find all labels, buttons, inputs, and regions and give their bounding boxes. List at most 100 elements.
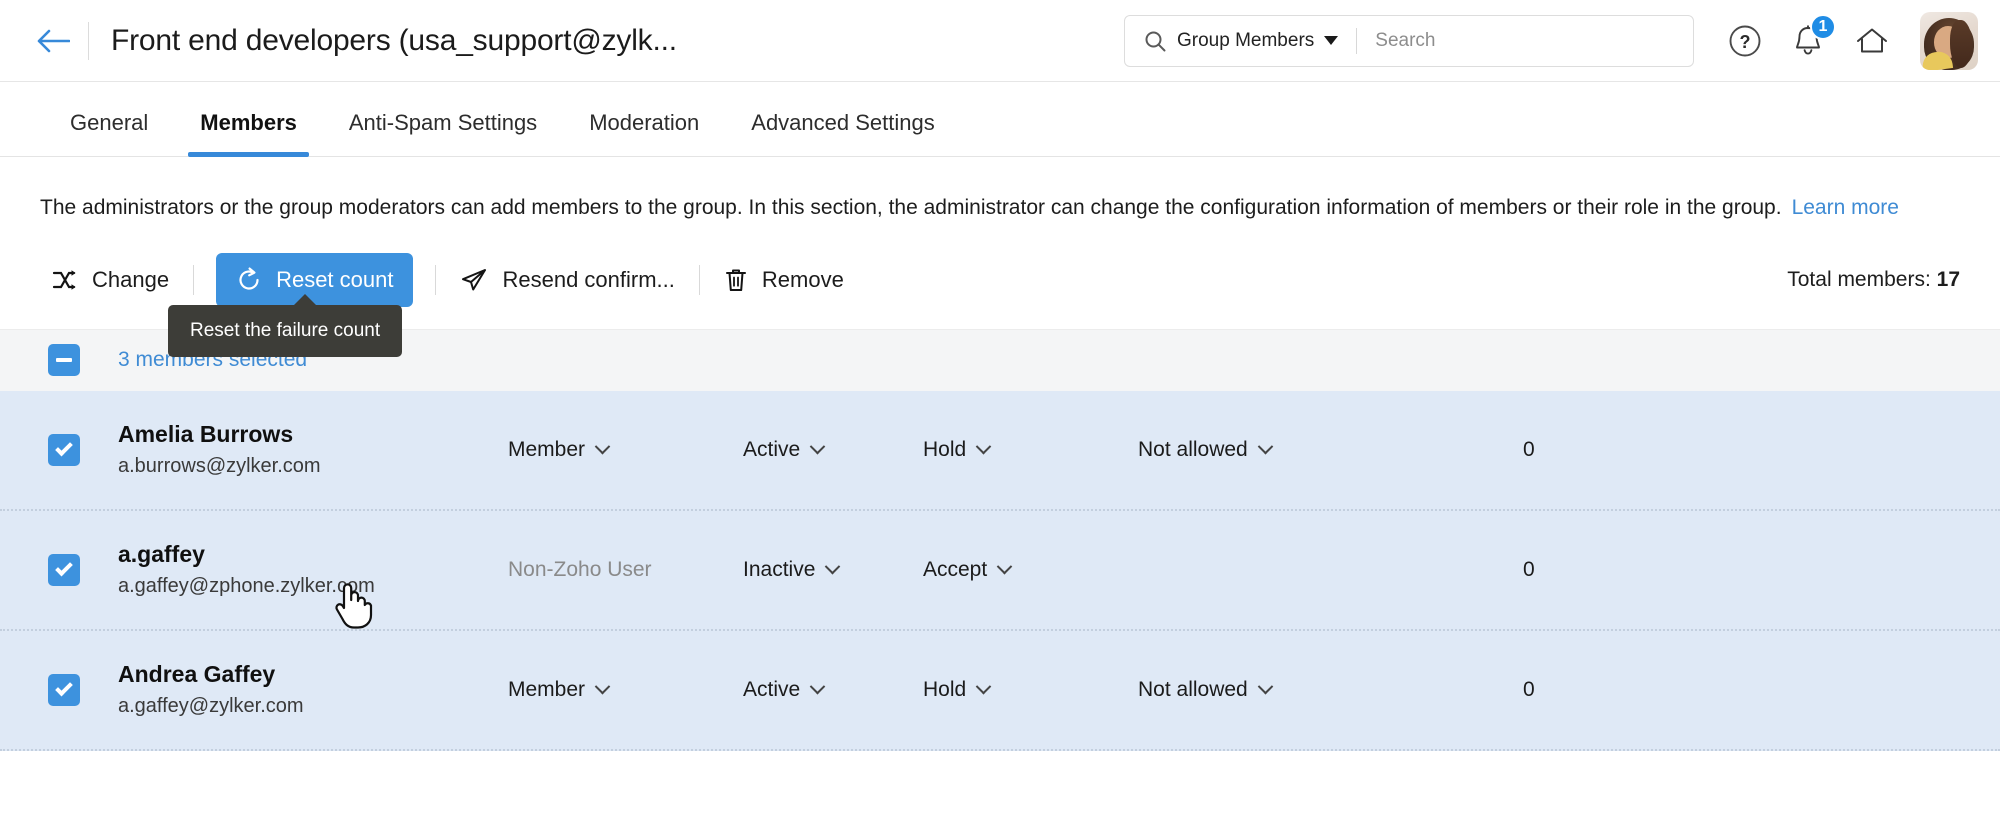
member-identity: a.gaffey a.gaffey@zphone.zylker.com [118, 538, 508, 601]
avatar[interactable] [1920, 11, 1978, 70]
indeterminate-dash-icon [56, 358, 72, 363]
failure-count: 0 [1523, 677, 1535, 701]
status-dropdown[interactable]: Active [743, 438, 923, 462]
change-button[interactable]: Change [48, 259, 173, 301]
permission-cell[interactable]: Not allowed [1138, 678, 1523, 702]
search-divider [1356, 27, 1358, 54]
chevron-down-icon [975, 439, 992, 455]
moderation-dropdown[interactable]: Accept [923, 558, 1138, 582]
member-identity: Amelia Burrows a.burrows@zylker.com [118, 418, 508, 481]
role-cell[interactable]: Member [508, 678, 743, 702]
moderation-value: Hold [923, 677, 967, 701]
reset-count-label: Reset count [276, 266, 394, 292]
permission-value: Not allowed [1138, 437, 1248, 461]
role-cell[interactable]: Member [508, 438, 743, 462]
search-input[interactable] [1375, 29, 1693, 52]
chevron-down-icon [1257, 439, 1274, 455]
chevron-down-icon [1324, 36, 1339, 45]
arrow-left-icon [37, 29, 70, 52]
permission-dropdown[interactable]: Not allowed [1138, 438, 1523, 462]
search-icon-container [1125, 29, 1177, 53]
select-all-checkbox[interactable] [48, 344, 80, 377]
status-cell[interactable]: Active [743, 678, 923, 702]
tab-members[interactable]: Members [174, 110, 323, 157]
resend-confirmation-label: Resend confirm... [502, 266, 675, 292]
chevron-down-icon [1257, 679, 1274, 695]
home-icon [1857, 28, 1887, 52]
section-description: The administrators or the group moderato… [0, 157, 1960, 223]
total-members-value: 17 [1936, 267, 1960, 291]
tab-moderation[interactable]: Moderation [563, 110, 725, 156]
mouse-cursor-pointer-icon [335, 583, 373, 629]
help-button[interactable]: ? [1728, 24, 1762, 58]
search-icon [1145, 31, 1166, 51]
remove-button[interactable]: Remove [720, 259, 848, 301]
shuffle-icon [52, 270, 76, 290]
chevron-down-icon [996, 559, 1013, 575]
status-value: Active [743, 677, 801, 701]
search-scope-label: Group Members [1177, 29, 1315, 51]
permission-value: Not allowed [1138, 677, 1248, 701]
search-scope-dropdown[interactable]: Group Members [1177, 29, 1339, 52]
toolbar-divider-3 [698, 264, 700, 295]
change-label: Change [92, 266, 170, 292]
moderation-cell[interactable]: Hold [923, 678, 1138, 702]
status-value: Inactive [743, 557, 816, 581]
chevron-down-icon [809, 679, 826, 695]
send-plane-icon [462, 268, 487, 291]
moderation-cell[interactable]: Accept [923, 558, 1138, 582]
failure-count: 0 [1523, 557, 1535, 581]
tab-general[interactable]: General [44, 110, 174, 156]
refresh-circle-icon [239, 267, 259, 290]
status-value: Active [743, 437, 801, 461]
row-checkbox[interactable] [48, 553, 80, 586]
chevron-down-icon [825, 559, 841, 575]
header-divider [88, 21, 89, 60]
member-email: a.gaffey@zphone.zylker.com [118, 575, 375, 598]
moderation-cell[interactable]: Hold [923, 438, 1138, 462]
notifications-button[interactable]: 1 [1792, 13, 1836, 58]
notification-badge: 1 [1810, 13, 1836, 40]
row-checkbox[interactable] [48, 673, 80, 706]
toolbar-divider-1 [193, 264, 195, 295]
total-members-label: Total members: [1787, 267, 1931, 291]
action-toolbar: Change Reset count Resend confirm... Rem… [0, 223, 2000, 629]
failure-count: 0 [1523, 437, 1535, 461]
status-cell[interactable]: Inactive [743, 558, 923, 582]
avatar-hair-front [1950, 19, 1972, 68]
description-text: The administrators or the group moderato… [40, 196, 1782, 219]
member-identity: Andrea Gaffey a.gaffey@zylker.com [118, 658, 508, 721]
learn-more-link[interactable]: Learn more [1792, 196, 1899, 219]
role-value: Non-Zoho User [508, 557, 652, 581]
home-button[interactable] [1854, 25, 1890, 57]
search-bar[interactable]: Group Members [1124, 14, 1694, 67]
resend-confirmation-button[interactable]: Resend confirm... [456, 259, 678, 301]
tab-bar: General Members Anti-Spam Settings Moder… [0, 82, 2000, 157]
table-row[interactable]: a.gaffey a.gaffey@zphone.zylker.com Non-… [0, 510, 2000, 631]
member-name: Amelia Burrows [118, 421, 294, 448]
role-dropdown[interactable]: Member [508, 438, 743, 462]
tab-advanced-settings[interactable]: Advanced Settings [725, 110, 960, 156]
back-button[interactable] [24, 12, 82, 70]
status-cell[interactable]: Active [743, 438, 923, 462]
status-dropdown[interactable]: Inactive [743, 558, 923, 582]
member-email: a.gaffey@zylker.com [118, 695, 304, 718]
table-row[interactable]: Amelia Burrows a.burrows@zylker.com Memb… [0, 390, 2000, 511]
row-checkbox[interactable] [48, 433, 80, 466]
role-cell: Non-Zoho User [508, 558, 743, 582]
status-dropdown[interactable]: Active [743, 678, 923, 702]
moderation-value: Accept [923, 557, 988, 581]
role-dropdown[interactable]: Member [508, 678, 743, 702]
svg-text:?: ? [1740, 32, 1751, 52]
total-members: Total members: 17 [1787, 268, 1960, 292]
table-row[interactable]: Andrea Gaffey a.gaffey@zylker.com Member… [0, 630, 2000, 751]
tab-anti-spam-settings[interactable]: Anti-Spam Settings [323, 110, 563, 156]
member-name: Andrea Gaffey [118, 661, 276, 688]
permission-dropdown[interactable]: Not allowed [1138, 678, 1523, 702]
moderation-dropdown[interactable]: Hold [923, 678, 1138, 702]
member-email: a.burrows@zylker.com [118, 455, 321, 478]
app-header: Front end developers (usa_support@zylk..… [0, 0, 2000, 82]
role-value: Member [508, 437, 586, 461]
permission-cell[interactable]: Not allowed [1138, 438, 1523, 462]
moderation-dropdown[interactable]: Hold [923, 438, 1138, 462]
